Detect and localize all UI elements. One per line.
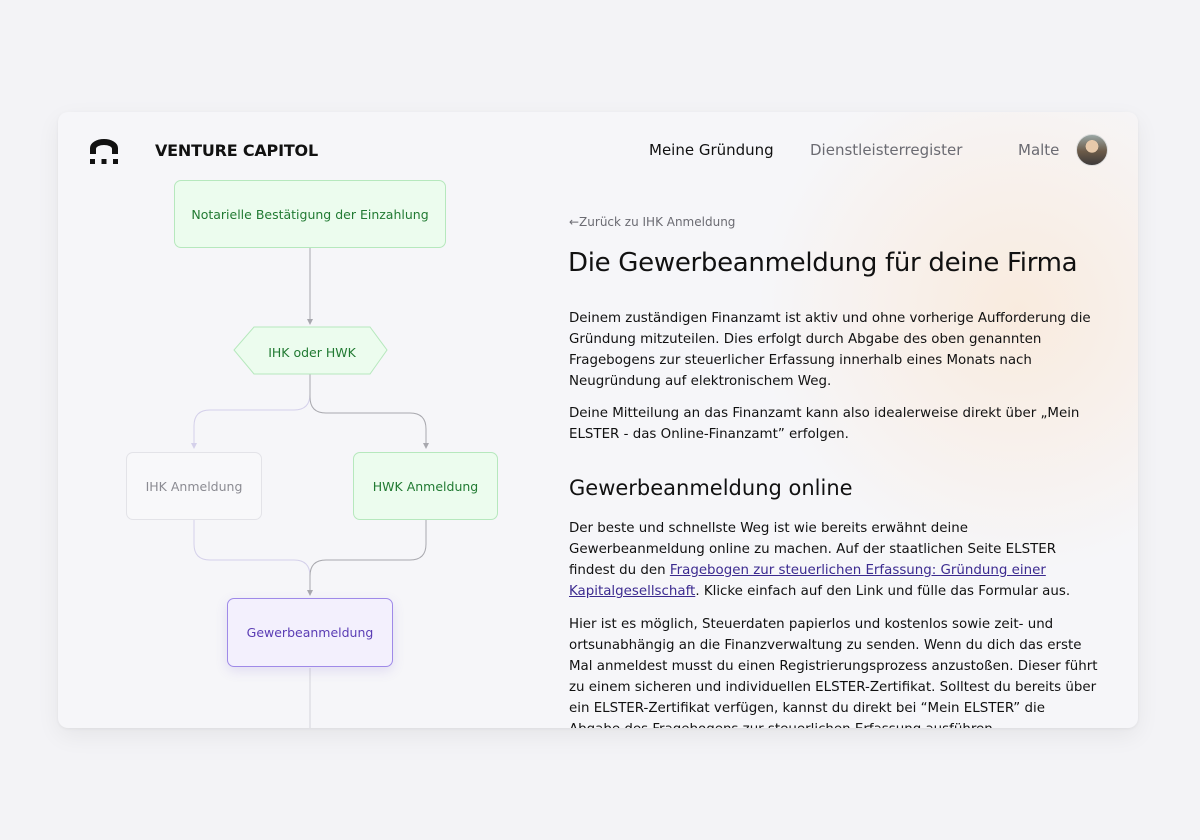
user-name[interactable]: Malte [1018, 141, 1059, 159]
connector-decision-to-hwk [309, 374, 429, 449]
connector-hwk-to-gewerbe [307, 520, 427, 596]
connector-decision-to-ihk [191, 374, 311, 449]
paragraph-2: Deine Mitteilung an das Finanzamt kann a… [569, 406, 1080, 442]
page-title: Die Gewerbeanmeldung für deine Firma [568, 248, 1078, 278]
paragraph-3-text-b: . Klicke einfach auf den Link und fülle … [695, 584, 1071, 599]
nav-dienstleisterregister[interactable]: Dienstleisterregister [810, 141, 962, 159]
connector-ihk-to-gewerbe [193, 520, 311, 595]
flow-node-hwk-anmeldung[interactable]: HWK Anmeldung [353, 452, 498, 520]
section-title: Gewerbeanmeldung online [569, 476, 853, 500]
flow-node-gewerbeanmeldung[interactable]: Gewerbeanmeldung [227, 598, 393, 667]
flow-node-notarielle-bestaetigung[interactable]: Notarielle Bestätigung der Einzahlung [174, 180, 446, 248]
paragraph-3: Der beste und schnellste Weg ist wie ber… [569, 518, 1099, 602]
flow-node-ihk-anmeldung[interactable]: IHK Anmeldung [126, 452, 262, 520]
user-avatar[interactable] [1076, 134, 1108, 166]
app-window: VENTURE CAPITOL Meine Gründung Dienstlei… [58, 112, 1138, 728]
paragraph-1: Deinem zuständigen Finanzamt ist aktiv u… [569, 311, 1091, 389]
flow-node-ihk-oder-hwk[interactable]: IHK oder HWK [234, 328, 390, 376]
back-link[interactable]: ←Zurück zu IHK Anmeldung [569, 215, 735, 229]
paragraph-4: Hier ist es möglich, Steuerdaten papierl… [569, 617, 1098, 728]
nav-meine-gruendung[interactable]: Meine Gründung [649, 141, 774, 159]
